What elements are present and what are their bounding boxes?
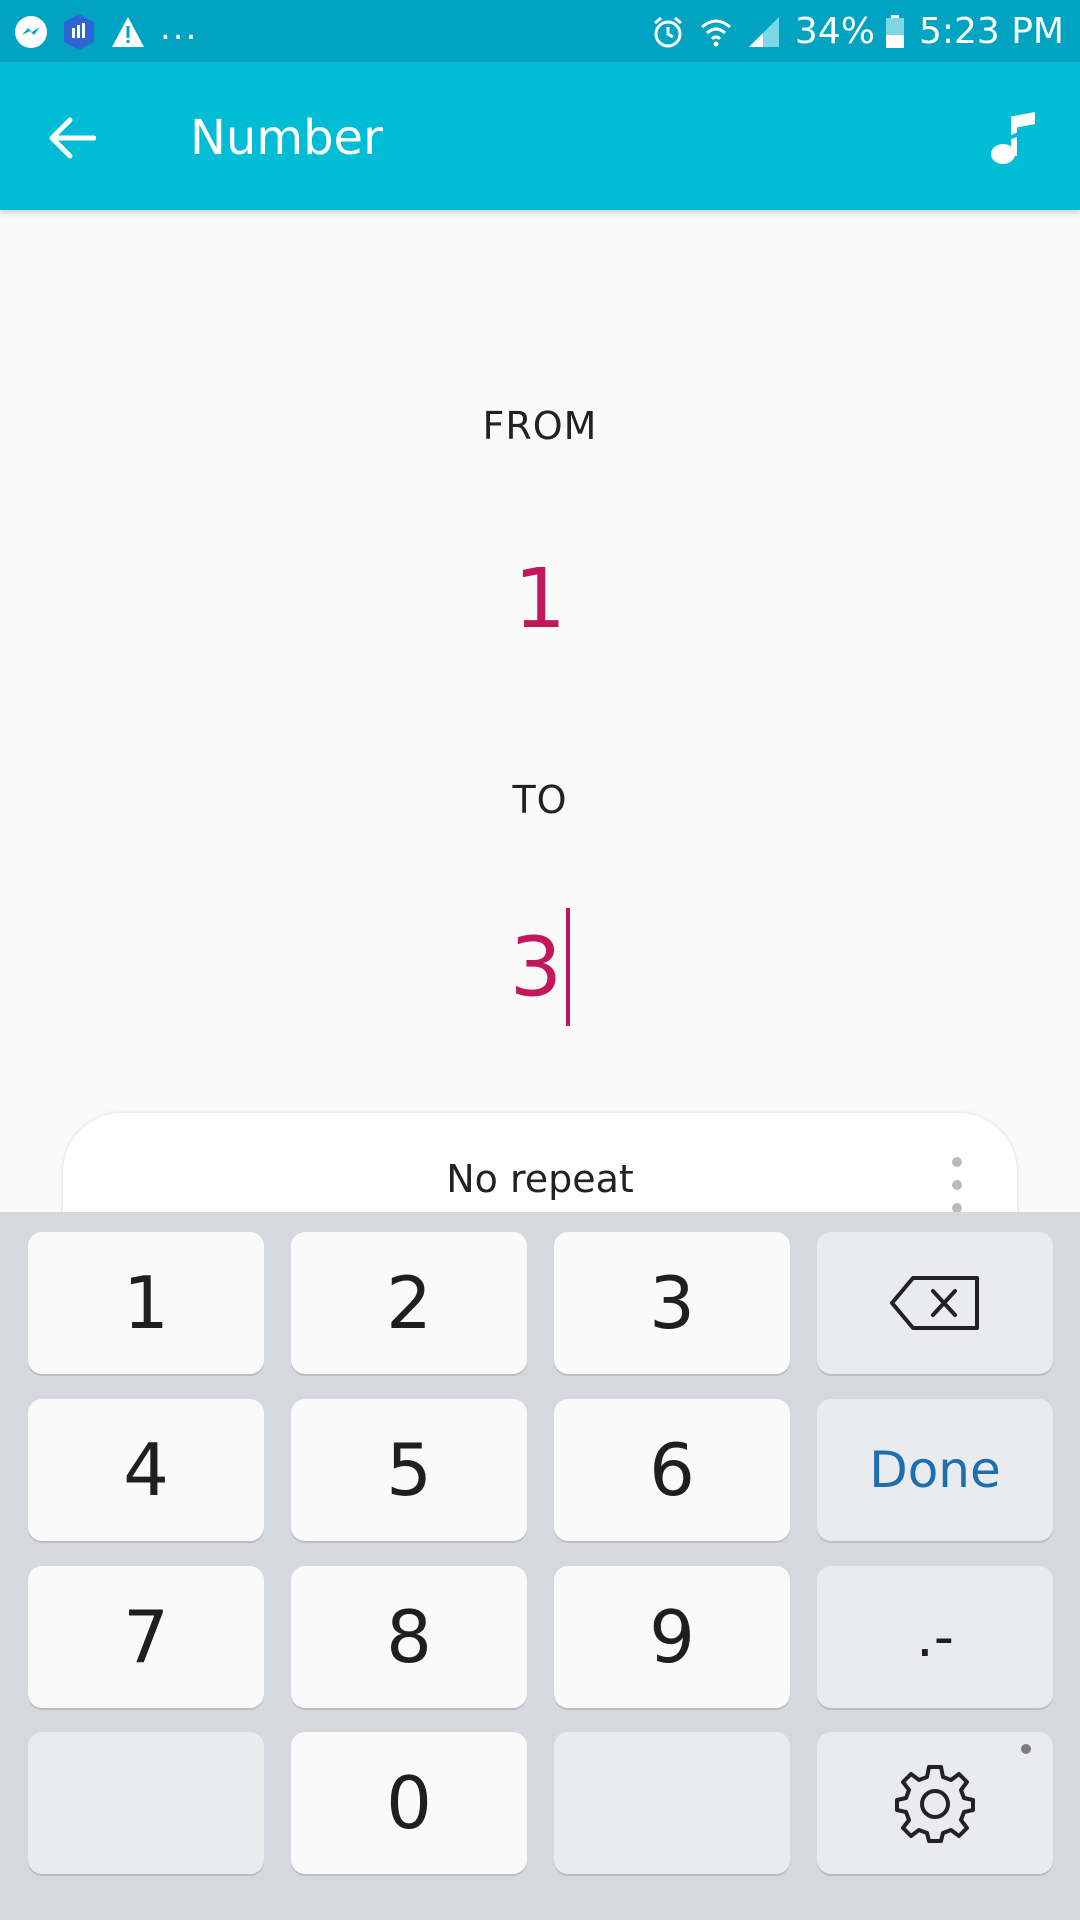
app-bar: Number xyxy=(0,62,1080,210)
keyboard-settings-key[interactable] xyxy=(817,1732,1053,1874)
repeat-label: No repeat xyxy=(446,1157,634,1201)
key-1[interactable]: 1 xyxy=(28,1232,264,1374)
status-left-icons: ... xyxy=(14,8,198,52)
battery-icon xyxy=(885,15,905,49)
to-label: TO xyxy=(512,778,568,822)
key-5[interactable]: 5 xyxy=(291,1399,527,1541)
numeric-keypad: 1 2 3 4 5 6 Done 7 8 9 .- 0 xyxy=(0,1212,1080,1920)
alarm-icon xyxy=(651,15,685,49)
key-7[interactable]: 7 xyxy=(28,1566,264,1708)
page-title: Number xyxy=(190,110,383,166)
messenger-icon xyxy=(14,15,48,49)
key-6[interactable]: 6 xyxy=(554,1399,790,1541)
status-right-icons: 34% 5:23 PM xyxy=(651,10,1064,54)
settings-indicator-dot xyxy=(1021,1744,1031,1754)
key-4[interactable]: 4 xyxy=(28,1399,264,1541)
more-dot xyxy=(952,1180,962,1190)
key-9[interactable]: 9 xyxy=(554,1566,790,1708)
back-button[interactable] xyxy=(40,106,104,170)
symbol-key[interactable]: .- xyxy=(817,1566,1053,1708)
music-note-icon xyxy=(991,112,1035,164)
wifi-icon xyxy=(699,15,733,49)
more-dot xyxy=(952,1157,962,1167)
key-3[interactable]: 3 xyxy=(554,1232,790,1374)
warning-icon xyxy=(110,15,146,49)
clock-time: 5:23 PM xyxy=(918,11,1064,52)
key-8[interactable]: 8 xyxy=(291,1566,527,1708)
more-options-button[interactable] xyxy=(945,1157,969,1213)
backspace-icon xyxy=(890,1276,979,1330)
to-value-input[interactable]: 3 xyxy=(0,908,1080,1026)
blank-key-right xyxy=(554,1732,790,1874)
arrow-left-icon xyxy=(49,117,96,159)
app-shield-icon xyxy=(62,13,96,51)
key-2[interactable]: 2 xyxy=(291,1232,527,1374)
status-overflow: ... xyxy=(160,8,199,48)
text-cursor xyxy=(566,908,571,1026)
signal-icon xyxy=(747,15,781,49)
backspace-key[interactable] xyxy=(817,1232,1053,1374)
to-value-text: 3 xyxy=(509,920,563,1016)
battery-percent: 34% xyxy=(794,11,875,52)
from-label: FROM xyxy=(482,404,598,448)
gear-icon xyxy=(895,1765,975,1843)
sound-button[interactable] xyxy=(980,104,1048,172)
done-key[interactable]: Done xyxy=(817,1399,1053,1541)
blank-key-left xyxy=(28,1732,264,1874)
status-bar: ... 34% 5:23 PM xyxy=(0,0,1080,62)
from-value-input[interactable]: 1 xyxy=(0,552,1080,647)
key-0[interactable]: 0 xyxy=(291,1732,527,1874)
